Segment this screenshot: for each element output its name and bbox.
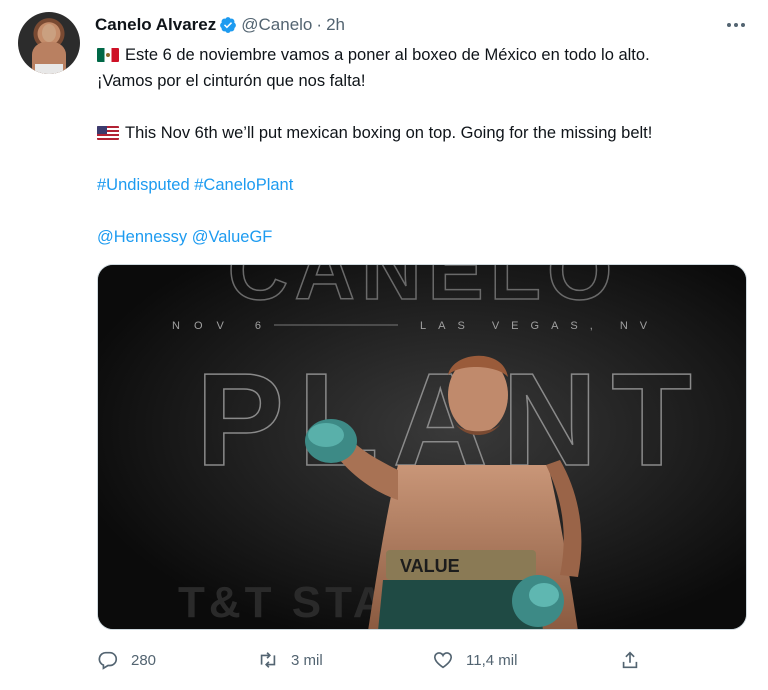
share-button[interactable] [619,646,653,674]
mention-link[interactable]: @Hennessy [97,228,187,246]
author-handle[interactable]: @Canelo [241,15,312,35]
usa-flag-icon [97,126,119,140]
hashtags-line: #Undisputed #CaneloPlant [97,173,757,197]
like-icon [433,652,453,669]
avatar[interactable] [18,12,80,74]
tweet[interactable]: Canelo Alvarez @Canelo · 2h Este 6 de no… [0,0,768,690]
mention-link[interactable]: @ValueGF [192,228,273,246]
timestamp[interactable]: 2h [326,15,345,35]
reply-button[interactable]: 280 [97,646,156,674]
tweet-header: Canelo Alvarez @Canelo · 2h [95,14,345,36]
more-dot [741,23,745,27]
author-name[interactable]: Canelo Alvarez [95,15,216,35]
tweet-text-en-line: This Nov 6th we’ll put mexican boxing on… [97,121,757,145]
tweet-media-image[interactable]: CANELO NOV 6 LAS VEGAS, NV PLANT T&T STA… [97,264,747,630]
tweet-text-es-line-1: Este 6 de noviembre vamos a poner al box… [97,43,757,67]
reply-count: 280 [131,651,157,669]
like-button[interactable]: 11,4 mil [432,646,517,674]
verified-badge-icon [220,17,237,33]
avatar-head [42,24,56,42]
fight-poster: CANELO NOV 6 LAS VEGAS, NV PLANT T&T STA… [98,265,746,629]
retweet-button[interactable]: 3 mil [257,646,323,674]
like-count: 11,4 mil [466,651,518,669]
tweet-text-es-line-2: ¡Vamos por el cinturón que nos falta! [97,72,366,90]
tweet-text-en: This Nov 6th we’ll put mexican boxing on… [125,124,653,142]
tweet-actions: 280 3 mil 11,4 mil [97,646,657,674]
hashtag-link[interactable]: #CaneloPlant [194,176,293,194]
hashtag-link[interactable]: #Undisputed [97,176,190,194]
share-icon [622,651,638,669]
mentions-line: @Hennessy @ValueGF [97,225,757,249]
avatar-shorts [35,64,63,74]
more-options-icon[interactable] [722,14,750,36]
trunks-text: VALUE [400,556,460,576]
retweet-count: 3 mil [291,651,323,669]
tweet-text-es-1: Este 6 de noviembre vamos a poner al box… [125,46,650,64]
mexico-flag-icon [97,48,119,62]
poster-top-word: CANELO [228,265,619,317]
more-dot [734,23,738,27]
separator-dot: · [316,15,323,34]
more-dot [727,23,731,27]
reply-icon [98,651,118,670]
retweet-icon [260,652,276,668]
poster-date: NOV 6 [172,320,275,332]
poster-location: LAS VEGAS, NV [420,320,659,332]
